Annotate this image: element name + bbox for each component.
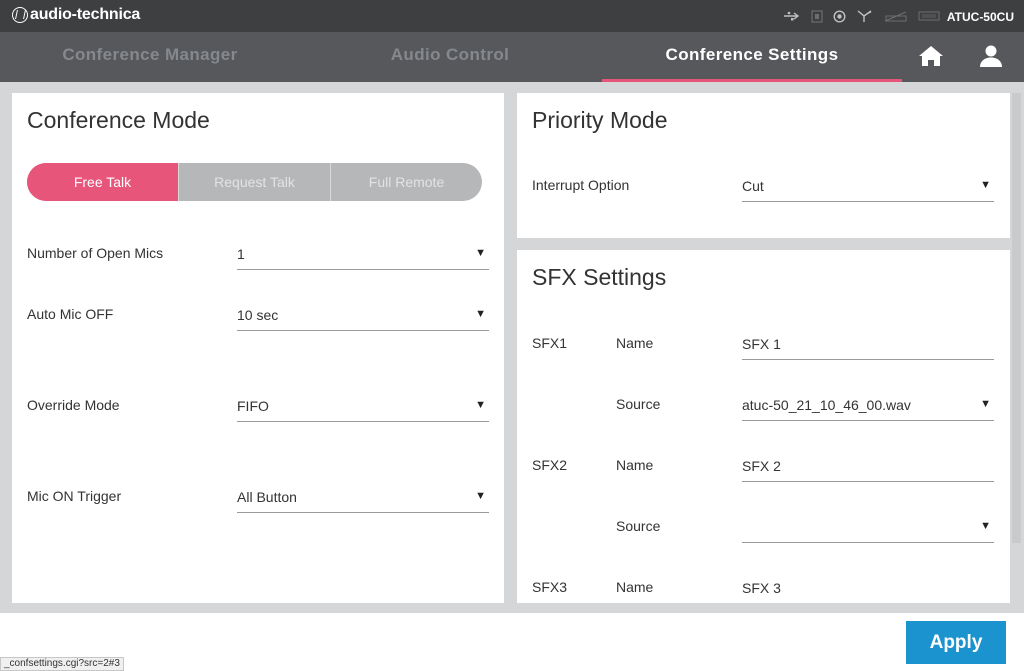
sfx3-name-input[interactable]: SFX 3: [742, 572, 994, 603]
conference-mode-title: Conference Mode: [27, 107, 210, 133]
conference-mode-panel: Conference Mode Free Talk Request Talk F…: [12, 93, 504, 603]
sfx2-name-label: Name: [616, 457, 654, 473]
open-mics-select[interactable]: 1 ▼: [237, 238, 489, 270]
open-mics-label: Number of Open Mics: [27, 245, 164, 261]
sfx1-source-select[interactable]: atuc-50_21_10_46_00.wav ▼: [742, 389, 994, 421]
segment-free-talk[interactable]: Free Talk: [27, 163, 178, 201]
battery-icon: [884, 10, 908, 25]
sfx2-name-input[interactable]: SFX 2: [742, 450, 994, 482]
status-icons: [783, 9, 940, 26]
top-bar: audio-technica ATUC-50CU: [0, 0, 1024, 32]
interrupt-option-label: Interrupt Option: [532, 177, 630, 193]
mic-on-trigger-select[interactable]: All Button ▼: [237, 481, 489, 513]
sfx2-label: SFX2: [532, 457, 568, 473]
auto-mic-off-select[interactable]: 10 sec ▼: [237, 299, 489, 331]
sfx3-name-value: SFX 3: [742, 580, 781, 596]
tab-conference-settings[interactable]: Conference Settings: [602, 32, 902, 82]
dropdown-arrow-icon: ▼: [475, 399, 486, 411]
sfx-settings-title: SFX Settings: [532, 264, 667, 290]
device-name: ATUC-50CU: [946, 10, 1014, 24]
override-mode-select[interactable]: FIFO ▼: [237, 390, 489, 422]
auto-mic-off-label: Auto Mic OFF: [27, 306, 114, 322]
dropdown-arrow-icon: ▼: [475, 247, 486, 259]
usb-icon: [783, 10, 801, 25]
segment-full-remote[interactable]: Full Remote: [330, 163, 482, 201]
signal-icon: [918, 10, 940, 25]
dropdown-arrow-icon: ▼: [980, 520, 991, 532]
sfx2-source-select[interactable]: ▼: [742, 511, 994, 543]
scrollbar[interactable]: [1012, 93, 1021, 543]
override-mode-label: Override Mode: [27, 397, 120, 413]
sfx1-source-value: atuc-50_21_10_46_00.wav: [742, 397, 911, 413]
sfx-settings-panel: SFX Settings SFX1 Name SFX 1 Source atuc…: [517, 250, 1010, 603]
priority-mode-title: Priority Mode: [532, 107, 668, 133]
sfx3-name-label: Name: [616, 579, 654, 595]
browser-status-url: _confsettings.cgi?src=2#3: [0, 657, 124, 671]
bottom-bar: Apply: [0, 613, 1024, 671]
brand-logo: audio-technica: [12, 6, 140, 24]
interrupt-option-value: Cut: [742, 178, 764, 194]
sfx3-label: SFX3: [532, 579, 568, 595]
priority-mode-panel: Priority Mode Interrupt Option Cut ▼: [517, 93, 1010, 238]
segment-request-talk[interactable]: Request Talk: [178, 163, 330, 201]
sfx1-name-label: Name: [616, 335, 654, 351]
tab-audio-control[interactable]: Audio Control: [300, 32, 600, 82]
sfx1-name-input[interactable]: SFX 1: [742, 328, 994, 360]
apply-button[interactable]: Apply: [906, 621, 1006, 664]
override-mode-value: FIFO: [237, 398, 269, 414]
interrupt-option-select[interactable]: Cut ▼: [742, 170, 994, 202]
network-icon: [856, 9, 874, 26]
brand-name: audio-technica: [30, 6, 141, 23]
sfx1-name-value: SFX 1: [742, 336, 781, 352]
sfx1-label: SFX1: [532, 335, 568, 351]
user-icon[interactable]: [978, 44, 1004, 68]
open-mics-value: 1: [237, 246, 245, 262]
conference-mode-selector: Free Talk Request Talk Full Remote: [27, 163, 482, 201]
sd-card-icon: [811, 9, 823, 26]
home-icon[interactable]: [918, 44, 944, 68]
main-nav: Conference Manager Audio Control Confere…: [0, 32, 1024, 82]
sfx1-source-label: Source: [616, 396, 661, 412]
mic-on-trigger-value: All Button: [237, 489, 297, 505]
dropdown-arrow-icon: ▼: [475, 308, 486, 320]
sfx2-source-label: Source: [616, 518, 661, 534]
auto-mic-off-value: 10 sec: [237, 307, 279, 323]
dropdown-arrow-icon: ▼: [980, 398, 991, 410]
mic-on-trigger-label: Mic ON Trigger: [27, 488, 122, 504]
sfx2-name-value: SFX 2: [742, 458, 781, 474]
record-icon: [833, 9, 846, 26]
audio-technica-logo-icon: [12, 7, 28, 23]
dropdown-arrow-icon: ▼: [475, 490, 486, 502]
dropdown-arrow-icon: ▼: [980, 179, 991, 191]
tab-conference-manager[interactable]: Conference Manager: [0, 32, 300, 82]
